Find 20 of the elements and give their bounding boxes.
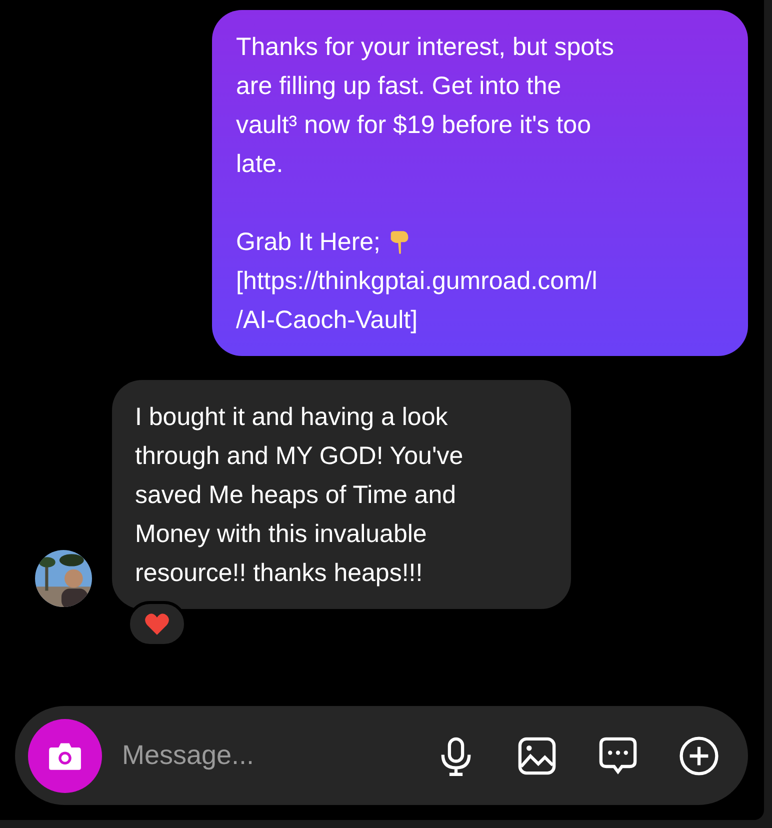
message-text: resource!! thanks heaps!!! [135, 558, 423, 589]
message-text: late. [236, 149, 284, 180]
message-text: are filling up fast. Get into the [236, 71, 562, 102]
chat-icon[interactable] [597, 734, 639, 776]
message-text: [https://thinkgptai.gumroad.com/l [236, 266, 598, 297]
message-text: vault³ now for $19 before it's too [236, 110, 591, 141]
message-text: Money with this invaluable [135, 519, 427, 550]
heart-icon [144, 612, 170, 636]
image-icon[interactable] [516, 734, 558, 776]
add-icon[interactable] [678, 734, 720, 776]
camera-button[interactable] [28, 718, 102, 792]
message-text: through and MY GOD! You've [135, 441, 464, 472]
message-field[interactable]: Message... [120, 739, 396, 772]
camera-icon [48, 740, 82, 770]
message-text: /AI-Caoch-Vault] [236, 305, 418, 336]
message-text: Grab It Here; [236, 227, 380, 258]
message-text: I bought it and having a look [135, 402, 448, 433]
message-text: saved Me heaps of Time and [135, 480, 456, 511]
pointing-hand-icon [388, 230, 410, 256]
message-text: Thanks for your interest, but spots [236, 32, 614, 63]
